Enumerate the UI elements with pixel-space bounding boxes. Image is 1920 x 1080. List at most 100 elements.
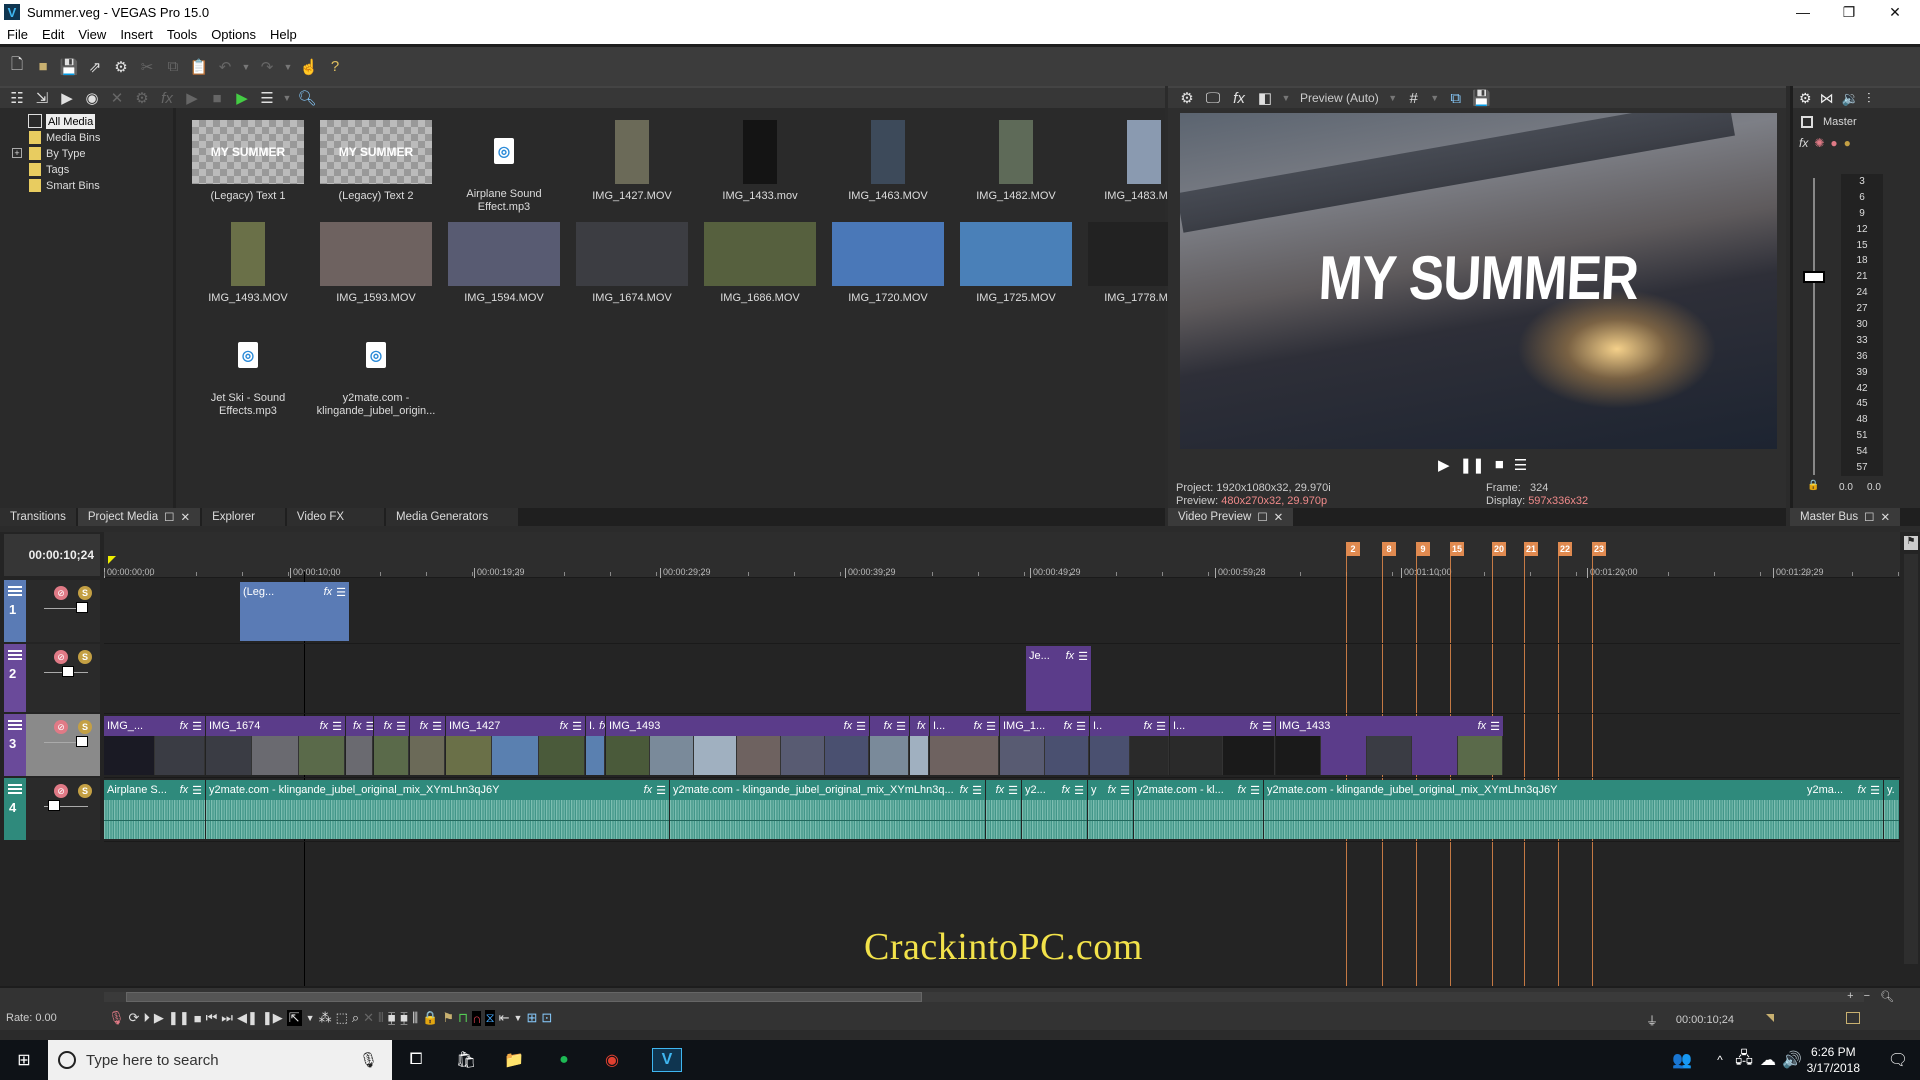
video-event[interactable]: fx☰ xyxy=(346,716,374,775)
record-icon[interactable]: 🎙 xyxy=(108,1010,125,1026)
audio-event[interactable]: fx ☰ xyxy=(986,780,1022,839)
event-fx-icon[interactable]: fx xyxy=(1066,650,1075,663)
next-frame-icon[interactable]: ❚▶ xyxy=(262,1010,283,1026)
stop-icon[interactable]: ■ xyxy=(1495,456,1504,474)
timeline-marker[interactable]: 8 xyxy=(1382,542,1396,556)
split-screen-icon[interactable]: ◧ xyxy=(1254,87,1276,109)
action-center-icon[interactable]: 🗨 xyxy=(1886,1048,1910,1072)
file-explorer-icon[interactable]: 📁 xyxy=(502,1048,526,1072)
tab-media-generators[interactable]: Media Generators xyxy=(386,508,519,526)
video-event[interactable]: I.. fx ☰ xyxy=(1090,716,1170,775)
event-menu-icon[interactable]: ☰ xyxy=(1074,784,1084,797)
event-menu-icon[interactable]: ☰ xyxy=(1008,784,1018,797)
split-icon[interactable]: ⫼ xyxy=(412,1010,418,1026)
play-from-start-icon[interactable]: ⏵ xyxy=(143,1010,150,1026)
external-monitor-icon[interactable]: 🖵 xyxy=(1202,87,1224,109)
tab-video-preview[interactable]: Video Preview ☐ ✕ xyxy=(1168,508,1294,526)
task-view-icon[interactable]: ⧠ xyxy=(404,1048,428,1072)
timeline-marker[interactable]: 22 xyxy=(1558,542,1572,556)
lock-group-icon[interactable]: ⊞ xyxy=(526,1010,537,1026)
tree-item-all-media[interactable]: All Media xyxy=(46,114,96,129)
event-menu-icon[interactable]: ☰ xyxy=(432,720,442,733)
stop-preview-icon[interactable]: ■ xyxy=(206,87,228,109)
pause-icon[interactable]: ❚❚ xyxy=(168,1010,190,1026)
media-item[interactable]: IMG_1720.MOV xyxy=(824,222,952,305)
audio-event[interactable]: y2mate.com - klingande_jubel_original_mi… xyxy=(670,780,986,839)
event-fx-icon[interactable]: fx xyxy=(996,784,1005,797)
track-level-knob[interactable] xyxy=(48,800,60,811)
save-snapshot-icon[interactable]: 💾 xyxy=(1471,87,1493,109)
media-properties-icon[interactable]: ⚙ xyxy=(131,87,153,109)
tab-video-fx[interactable]: Video FX xyxy=(286,508,385,526)
event-menu-icon[interactable]: ☰ xyxy=(986,720,996,733)
horizontal-scrollbar[interactable] xyxy=(104,992,1864,1002)
track-menu-icon[interactable] xyxy=(8,784,22,794)
media-item[interactable]: ◎ Airplane Sound Effect.mp3 xyxy=(440,120,568,213)
restore-button[interactable]: ❐ xyxy=(1826,0,1872,24)
capture-video-icon[interactable]: ▶ xyxy=(56,87,78,109)
timeline-marker[interactable]: 2 xyxy=(1346,542,1360,556)
zoom-out-icon[interactable]: − xyxy=(1864,990,1870,1003)
zoom-tool-icon[interactable]: 🔍︎ xyxy=(1880,990,1894,1003)
media-item[interactable]: IMG_1427.MOV xyxy=(568,120,696,203)
cut-icon[interactable]: ✂ xyxy=(136,56,158,78)
stop-icon[interactable]: ■ xyxy=(194,1011,202,1026)
menu-file[interactable]: File xyxy=(0,27,35,42)
expand-icon[interactable]: + xyxy=(12,148,22,158)
event-menu-icon[interactable]: ☰ xyxy=(1120,784,1130,797)
video-event[interactable]: fx☰ xyxy=(374,716,410,775)
event-fx-icon[interactable]: fx xyxy=(180,720,189,733)
tree-item-tags[interactable]: Tags xyxy=(29,162,69,177)
previous-frame-icon[interactable]: ◀❚ xyxy=(237,1010,258,1026)
event-fx-icon[interactable]: fx xyxy=(560,720,569,733)
event-menu-icon[interactable]: ☰ xyxy=(1262,720,1272,733)
onedrive-icon[interactable]: ☁ xyxy=(1756,1048,1780,1072)
master-settings-gear-icon[interactable]: ⚙ xyxy=(1799,90,1812,107)
undo-icon[interactable]: ↶ xyxy=(214,56,236,78)
paste-icon[interactable]: 📋 xyxy=(188,56,210,78)
event-menu-icon[interactable]: ☰ xyxy=(1076,720,1086,733)
minimize-button[interactable]: — xyxy=(1780,0,1826,24)
video-event[interactable]: IMG_1493 fx ☰ xyxy=(606,716,870,775)
media-item[interactable]: ◎ y2mate.com - klingande_jubel_origin... xyxy=(312,324,440,417)
event-menu-icon[interactable]: ☰ xyxy=(1870,784,1880,797)
media-item[interactable]: IMG_1493.MOV xyxy=(184,222,312,305)
event-menu-icon[interactable]: ☰ xyxy=(1078,650,1088,663)
properties-gear-icon[interactable]: ⚙ xyxy=(110,56,132,78)
tree-item-smart-bins[interactable]: Smart Bins xyxy=(29,178,100,193)
trim-end-icon[interactable]: ⧯ xyxy=(400,1010,408,1026)
mute-icon[interactable]: ⊘ xyxy=(54,586,68,600)
track-header[interactable]: 3 ⊘ S xyxy=(4,714,100,776)
play-icon[interactable]: ▶ xyxy=(1438,456,1450,474)
event-fx-icon[interactable]: fx xyxy=(1858,784,1867,797)
menu-help[interactable]: Help xyxy=(263,27,304,42)
envelope-tool-icon[interactable]: ⁂ xyxy=(319,1010,332,1026)
tree-item-by-type[interactable]: By Type xyxy=(29,146,86,161)
video-event[interactable]: fx☰ xyxy=(910,716,930,775)
timeline-marker[interactable]: 15 xyxy=(1450,542,1464,556)
event-fx-icon[interactable]: fx xyxy=(1478,720,1487,733)
event-menu-icon[interactable]: ☰ xyxy=(656,784,666,797)
trim-start-icon[interactable]: ⧯ xyxy=(388,1010,396,1026)
edit-tool-dropdown-icon[interactable]: ▼ xyxy=(306,1013,315,1023)
maximize-icon[interactable]: ☐ xyxy=(164,510,174,524)
menu-edit[interactable]: Edit xyxy=(35,27,71,42)
copy-icon[interactable]: ⧉ xyxy=(162,56,184,78)
event-fx-icon[interactable]: fx xyxy=(644,784,653,797)
tree-item-media-bins[interactable]: Media Bins xyxy=(29,130,100,145)
tab-project-media[interactable]: Project Media ☐ ✕ xyxy=(77,508,201,526)
video-event[interactable]: fx☰ xyxy=(870,716,910,775)
event-fx-icon[interactable]: fx xyxy=(324,586,333,599)
master-solo-icon[interactable]: ● xyxy=(1844,136,1851,150)
trim-icon[interactable]: ⫴ xyxy=(378,1010,383,1026)
new-file-icon[interactable]: 🗋 xyxy=(6,56,28,78)
mute-icon[interactable]: ⊘ xyxy=(54,650,68,664)
microphone-icon[interactable]: 🎙 xyxy=(359,1051,378,1069)
zoom-in-icon[interactable]: + xyxy=(1847,990,1853,1003)
event-menu-icon[interactable]: ☰ xyxy=(366,720,373,733)
video-event[interactable]: IMG_1433 fx ☰ xyxy=(1276,716,1504,775)
zoom-edit-tool-icon[interactable]: ⌕ xyxy=(352,1010,359,1026)
media-item[interactable]: MY SUMMER (Legacy) Text 2 xyxy=(312,120,440,203)
maximize-icon[interactable]: ☐ xyxy=(1864,510,1874,524)
video-event[interactable]: fx☰ xyxy=(410,716,446,775)
